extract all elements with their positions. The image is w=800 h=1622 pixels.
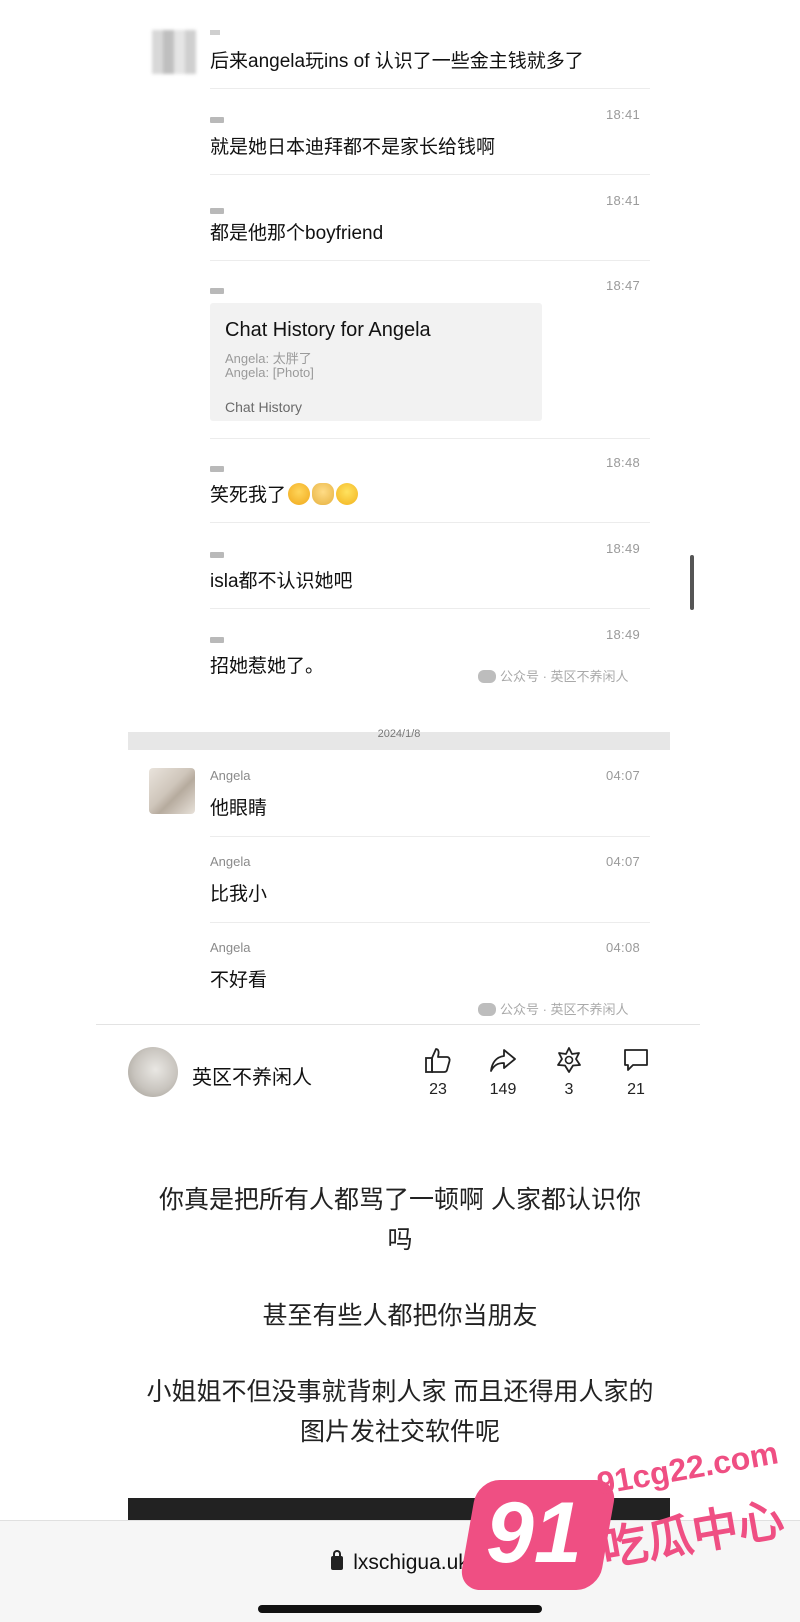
chat-message-text: isla都不认识她吧: [210, 571, 353, 592]
comment-line: 吗: [387, 1226, 413, 1254]
share-icon: [490, 1049, 516, 1072]
message-divider: [210, 522, 650, 523]
chat-history-preview-line: Angela: [Photo]: [225, 365, 314, 380]
wechat-icon: [478, 1003, 496, 1016]
site-logo-badge: 91 91cg22.com 吃瓜中心: [458, 1434, 798, 1600]
flower-icon: [557, 1047, 581, 1073]
sender-name: Angela: [210, 768, 251, 783]
blurred-avatar: [152, 30, 196, 74]
chat-message-text: 他眼睛: [210, 798, 268, 819]
like-count: 23: [429, 1081, 447, 1098]
message-divider: [210, 88, 650, 89]
chat-history-title: Chat History for Angela: [225, 319, 431, 341]
message-time: 18:49: [606, 627, 641, 642]
sender-name: Angela: [210, 940, 251, 955]
message-divider: [210, 260, 650, 261]
message-time: 04:08: [606, 940, 641, 955]
wow-button[interactable]: 3: [544, 1045, 594, 1099]
message-divider: [210, 174, 650, 175]
blurred-sender-name: [210, 30, 220, 35]
author-avatar[interactable]: [128, 1047, 178, 1097]
comment-icon: [624, 1049, 648, 1071]
wow-count: 3: [564, 1081, 574, 1098]
url-text: lxschigua.uk: [353, 1551, 469, 1574]
chat-message-text: 不好看: [210, 970, 268, 991]
blurred-sender-name: [210, 117, 224, 123]
chat-message-text: 就是她日本迪拜都不是家长给钱啊: [210, 137, 496, 158]
lock-icon: [331, 1550, 344, 1570]
blurred-sender-name: [210, 637, 224, 643]
blurred-sender-name: [210, 208, 224, 214]
date-divider-text: 2024/1/8: [377, 728, 421, 740]
chat-history-card[interactable]: Chat History for Angela Angela: 太胖了 Ange…: [210, 303, 542, 421]
chat-screenshot: 后来angela玩ins of 认识了一些金主钱就多了 18:41 就是她日本迪…: [0, 0, 800, 1030]
share-button[interactable]: 149: [478, 1045, 528, 1099]
message-time: 18:48: [606, 455, 641, 470]
chat-message-text: 招她惹她了。: [210, 656, 325, 677]
message-divider: [210, 438, 650, 439]
article-action-bar: 英区不养闲人 23 149 3 21: [96, 1024, 700, 1114]
date-divider: 2024/1/8: [128, 728, 670, 750]
chat-message-with-emoji: 笑死我了: [210, 480, 359, 507]
message-time: 04:07: [606, 854, 641, 869]
message-divider: [210, 922, 650, 923]
message-divider: [210, 836, 650, 837]
comment-line: 你真是把所有人都骂了一顿啊 人家都认识你: [159, 1186, 641, 1214]
blurred-sender-name: [210, 552, 224, 558]
wechat-icon: [478, 670, 496, 683]
chat-message-text: 笑死我了: [210, 485, 287, 506]
smile-emoji-icon: [336, 483, 359, 505]
comment-count: 21: [627, 1081, 645, 1098]
comment-line: 甚至有些人都把你当朋友: [262, 1302, 538, 1330]
message-time: 18:41: [606, 193, 641, 208]
blurred-sender-name: [210, 466, 224, 472]
message-time: 18:41: [606, 107, 641, 122]
scrollbar-thumb[interactable]: [690, 555, 694, 610]
author-name[interactable]: 英区不养闲人: [192, 1061, 312, 1090]
badge-number: 91: [486, 1485, 582, 1581]
chat-message-text: 比我小: [210, 884, 268, 905]
message-time: 18:49: [606, 541, 641, 556]
comment-button[interactable]: 21: [611, 1045, 661, 1099]
sender-name: Angela: [210, 854, 251, 869]
home-indicator[interactable]: [258, 1605, 542, 1613]
message-time: 18:47: [606, 278, 641, 293]
angela-avatar: [149, 768, 195, 814]
clap-emoji-icon: [312, 483, 335, 505]
comment-line: 小姐姐不但没事就背刺人家 而且还得用人家的: [146, 1378, 654, 1406]
laughing-emoji-icon: [288, 483, 311, 505]
like-button[interactable]: 23: [413, 1045, 463, 1099]
share-count: 149: [489, 1081, 517, 1098]
chat-history-footer: Chat History: [225, 399, 303, 415]
watermark: 公众号 · 英区不养闲人: [478, 999, 629, 1018]
thumbs-up-icon: [425, 1048, 451, 1073]
chat-message-text: 后来angela玩ins of 认识了一些金主钱就多了: [210, 51, 584, 72]
comment-body: 你真是把所有人都骂了一顿啊 人家都认识你 吗 甚至有些人都把你当朋友 小姐姐不但…: [100, 1180, 700, 1452]
watermark: 公众号 · 英区不养闲人: [478, 666, 629, 685]
message-divider: [210, 608, 650, 609]
blurred-sender-name: [210, 288, 224, 294]
chat-message-text: 都是他那个boyfriend: [210, 223, 384, 244]
message-time: 04:07: [606, 768, 641, 783]
